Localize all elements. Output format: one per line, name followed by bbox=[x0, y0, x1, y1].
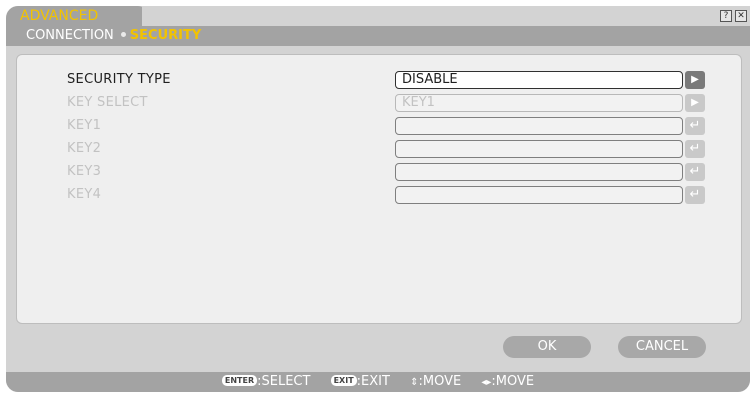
key-select-row: KEY SELECT KEY1 ▶ bbox=[67, 94, 717, 112]
hint-move-horizontal: ◂▸:MOVE bbox=[481, 372, 534, 392]
hint-move-horizontal-text: :MOVE bbox=[491, 374, 535, 389]
key2-label: KEY2 bbox=[67, 141, 102, 156]
close-icon[interactable]: ✕ bbox=[735, 10, 747, 22]
key1-input[interactable] bbox=[395, 117, 683, 135]
security-type-label: SECURITY TYPE bbox=[67, 72, 171, 87]
title-bar: ? ✕ bbox=[142, 6, 750, 26]
key-select-select[interactable]: KEY1 bbox=[395, 94, 683, 112]
footer-key-hints: ENTER:SELECT EXIT:EXIT ⇕:MOVE ◂▸:MOVE bbox=[6, 372, 750, 392]
enter-key-icon: ENTER bbox=[221, 375, 258, 386]
security-settings-panel: SECURITY TYPE DISABLE ▶ KEY SELECT KEY1 … bbox=[16, 54, 742, 324]
key1-label: KEY1 bbox=[67, 118, 102, 133]
triangle-right-icon[interactable]: ▶ bbox=[685, 71, 705, 89]
breadcrumb-parent[interactable]: CONNECTION bbox=[26, 28, 114, 43]
key2-input[interactable] bbox=[395, 140, 683, 158]
key3-input[interactable] bbox=[395, 163, 683, 181]
ok-button[interactable]: OK bbox=[503, 336, 591, 358]
hint-exit: EXIT:EXIT bbox=[330, 372, 390, 392]
security-type-select[interactable]: DISABLE bbox=[395, 71, 683, 89]
breadcrumb-separator-dot bbox=[120, 32, 126, 37]
key4-input[interactable] bbox=[395, 186, 683, 204]
breadcrumb-current: SECURITY bbox=[129, 28, 202, 43]
tab-advanced[interactable]: ADVANCED bbox=[6, 6, 148, 26]
key4-label: KEY4 bbox=[67, 187, 102, 202]
hint-move-vertical: ⇕:MOVE bbox=[410, 372, 461, 392]
enter-return-icon[interactable]: ↵ bbox=[685, 186, 705, 204]
enter-return-icon[interactable]: ↵ bbox=[685, 163, 705, 181]
hint-exit-text: :EXIT bbox=[356, 374, 390, 389]
key3-row: KEY3 ↵ bbox=[67, 163, 717, 181]
enter-return-icon[interactable]: ↵ bbox=[685, 140, 705, 158]
security-type-row: SECURITY TYPE DISABLE ▶ bbox=[67, 71, 717, 89]
exit-key-icon: EXIT bbox=[330, 375, 357, 386]
key2-row: KEY2 ↵ bbox=[67, 140, 717, 158]
hint-move-vertical-text: :MOVE bbox=[418, 374, 462, 389]
cancel-button[interactable]: CANCEL bbox=[618, 336, 706, 358]
key4-row: KEY4 ↵ bbox=[67, 186, 717, 204]
settings-window: ADVANCED ? ✕ CONNECTION SECURITY SECURITY… bbox=[6, 6, 750, 392]
enter-return-icon[interactable]: ↵ bbox=[685, 117, 705, 135]
hint-select: ENTER:SELECT bbox=[221, 372, 311, 392]
triangle-right-icon[interactable]: ▶ bbox=[685, 94, 705, 112]
key3-label: KEY3 bbox=[67, 164, 102, 179]
key-select-label: KEY SELECT bbox=[67, 95, 148, 110]
hint-select-text: :SELECT bbox=[257, 374, 311, 389]
left-right-arrow-icon: ◂▸ bbox=[481, 377, 492, 388]
help-icon[interactable]: ? bbox=[720, 10, 732, 22]
breadcrumb: CONNECTION SECURITY bbox=[6, 26, 750, 46]
key1-row: KEY1 ↵ bbox=[67, 117, 717, 135]
